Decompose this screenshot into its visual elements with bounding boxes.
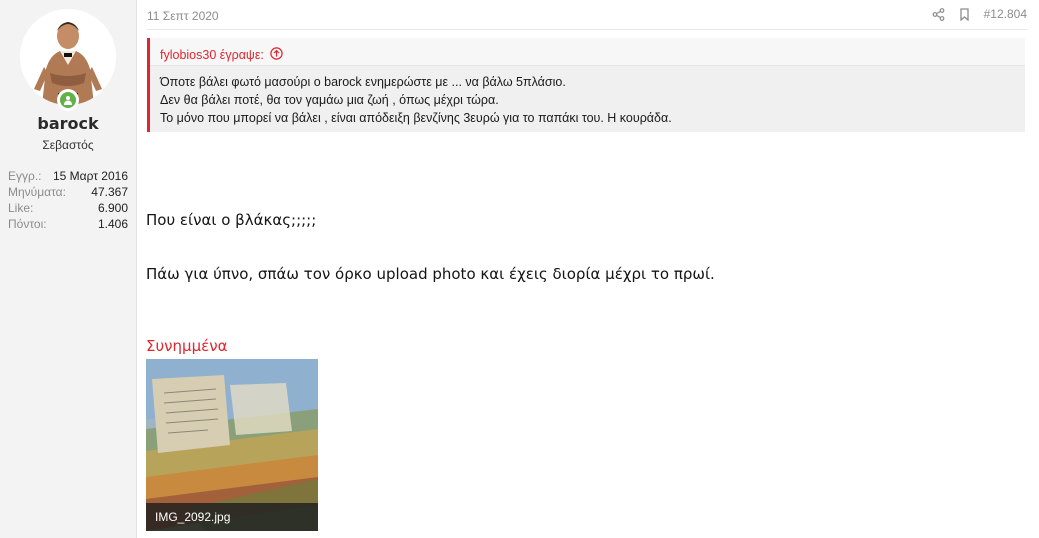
stat-value: 47.367 <box>91 185 128 199</box>
post-date[interactable]: 11 Σεπτ 2020 <box>147 9 219 23</box>
quote-line: Όποτε βάλει φωτό μασούρι ο barock ενημερ… <box>160 75 566 89</box>
quote-line: Δεν θα βάλει ποτέ, θα τον γαμάω μια ζωή … <box>160 93 499 107</box>
user-icon <box>64 96 72 105</box>
quote-block: fylobios30 έγραψε: Όποτε βάλει φωτό μασο… <box>147 38 1025 132</box>
stat-label: Εγγρ.: <box>8 169 42 183</box>
attachment-thumbnail[interactable]: IMG_2092.jpg <box>146 359 318 531</box>
post-header: 11 Σεπτ 2020 #12.804 <box>147 0 1027 30</box>
quote-line: Το μόνο που μπορεί να βάλει , είναι απόδ… <box>160 111 672 125</box>
post-main: 11 Σεπτ 2020 #12.804 fylobios30 έγραψε: … <box>137 0 1039 538</box>
forum-post: barock Σεβαστός Εγγρ.: 15 Μαρτ 2016 Μηνύ… <box>0 0 1039 538</box>
arrow-up-circle-icon[interactable] <box>270 46 283 63</box>
message-line: Πάω για ύπνο, σπάω τον όρκο upload photo… <box>146 265 715 283</box>
quote-header: fylobios30 έγραψε: <box>150 38 1025 66</box>
post-message: Που είναι ο βλάκας;;;;; Πάω για ύπνο, σπ… <box>146 210 715 284</box>
stat-joined: Εγγρ.: 15 Μαρτ 2016 <box>8 168 128 184</box>
stat-label: Like: <box>8 201 34 215</box>
share-icon[interactable] <box>932 7 945 21</box>
post-number-link[interactable]: #12.804 <box>984 7 1027 21</box>
bookmark-icon[interactable] <box>959 7 970 21</box>
username[interactable]: barock <box>0 114 136 133</box>
stat-value: 6.900 <box>97 201 128 215</box>
quote-content: Όποτε βάλει φωτό μασούρι ο barock ενημερ… <box>150 66 1025 127</box>
user-sidebar: barock Σεβαστός Εγγρ.: 15 Μαρτ 2016 Μηνύ… <box>0 0 137 538</box>
online-status-badge <box>57 89 79 111</box>
stat-points: Πόντοι: 1.406 <box>8 216 128 232</box>
stat-label: Μηνύματα: <box>8 185 66 199</box>
stat-likes: Like: 6.900 <box>8 200 128 216</box>
message-line: Που είναι ο βλάκας;;;;; <box>146 211 317 229</box>
user-stats: Εγγρ.: 15 Μαρτ 2016 Μηνύματα: 47.367 Lik… <box>8 168 128 232</box>
avatar-wrap <box>20 9 116 111</box>
stat-messages: Μηνύματα: 47.367 <box>8 184 128 200</box>
attachment-filename[interactable]: IMG_2092.jpg <box>146 503 318 531</box>
quote-author[interactable]: fylobios30 έγραψε: <box>160 48 264 62</box>
stat-label: Πόντοι: <box>8 217 47 231</box>
stat-value: 1.406 <box>97 217 128 231</box>
attachments-heading: Συνημμένα <box>146 337 228 355</box>
stat-value: 15 Μαρτ 2016 <box>52 169 128 183</box>
user-title: Σεβαστός <box>42 138 94 152</box>
post-actions: #12.804 <box>932 7 1027 21</box>
